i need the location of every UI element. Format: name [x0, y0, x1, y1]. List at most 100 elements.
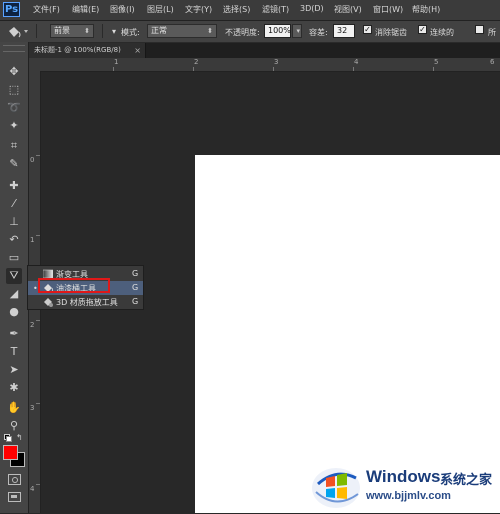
- path-selection-icon[interactable]: ➤: [6, 362, 22, 378]
- flyout-item-shortcut: G: [132, 269, 139, 278]
- menu-image[interactable]: 图像(I): [110, 4, 135, 15]
- menu-file[interactable]: 文件(F): [33, 4, 60, 15]
- chevron-down-icon: ▾: [296, 27, 300, 35]
- document-tab[interactable]: 未标题-1 @ 100%(RGB/8) ×: [28, 43, 146, 58]
- menu-layer[interactable]: 图层(L): [147, 4, 174, 15]
- divider: [36, 24, 37, 38]
- 3d-material-drop-icon: [43, 297, 53, 307]
- menu-filter[interactable]: 滤镜(T): [262, 4, 289, 15]
- watermark-subtitle: 系统之家: [440, 473, 493, 488]
- ruler-label: 2: [30, 321, 35, 329]
- ruler-tick: [36, 235, 40, 236]
- all-layers-checkbox[interactable]: [475, 25, 484, 34]
- pattern-picker[interactable]: ▾: [112, 27, 116, 36]
- ruler-tick: [113, 67, 114, 71]
- document-tab-bar: 未标题-1 @ 100%(RGB/8) ×: [28, 43, 500, 58]
- menu-3d[interactable]: 3D(D): [300, 4, 324, 13]
- healing-brush-icon[interactable]: ✚: [6, 178, 22, 194]
- antialias-label: 消除锯齿: [375, 28, 407, 37]
- tolerance-label: 容差:: [309, 28, 328, 37]
- highlight-annotation-box: [38, 278, 110, 293]
- flyout-item-shortcut: G: [132, 297, 139, 306]
- ruler-label: 1: [30, 236, 35, 244]
- hand-icon[interactable]: ✋: [6, 400, 22, 416]
- ruler-tick: [36, 320, 40, 321]
- chevron-down-icon: ⬍: [84, 27, 90, 35]
- menu-type[interactable]: 文字(Y): [185, 4, 212, 15]
- ruler-label: 3: [274, 58, 279, 66]
- menu-help[interactable]: 帮助(H): [412, 4, 440, 15]
- contiguous-checkbox[interactable]: ✓: [418, 25, 427, 34]
- ruler-label: 4: [30, 485, 35, 493]
- menu-select[interactable]: 选择(S): [223, 4, 250, 15]
- brush-icon[interactable]: ⁄: [6, 196, 22, 212]
- antialias-checkbox[interactable]: ✓: [363, 25, 372, 34]
- zoom-icon[interactable]: ⚲: [6, 418, 22, 434]
- opacity-dropdown[interactable]: ▾: [292, 24, 302, 38]
- ruler-label: 1: [114, 58, 119, 66]
- menu-view[interactable]: 视图(V): [334, 4, 362, 15]
- screen-mode-icon[interactable]: [8, 492, 21, 502]
- panel-grip[interactable]: [3, 45, 25, 52]
- ruler-tick: [193, 67, 194, 71]
- ruler-tick: [36, 484, 40, 485]
- lasso-icon[interactable]: ➰: [6, 100, 22, 116]
- tool-preset-picker[interactable]: [6, 24, 30, 38]
- history-brush-icon[interactable]: ↶: [6, 232, 22, 248]
- magic-wand-icon[interactable]: ✦: [6, 118, 22, 134]
- eraser-icon[interactable]: ▭: [6, 250, 22, 266]
- ruler-label: 5: [434, 58, 439, 66]
- dodge-icon[interactable]: ●: [6, 304, 22, 320]
- ruler-tick: [273, 67, 274, 71]
- menu-bar: Ps 文件(F) 编辑(E) 图像(I) 图层(L) 文字(Y) 选择(S) 滤…: [0, 0, 500, 21]
- mode-label: 模式:: [121, 28, 140, 37]
- move-icon[interactable]: ✥: [6, 64, 22, 80]
- clone-stamp-icon[interactable]: ⊥: [6, 214, 22, 230]
- opacity-input[interactable]: 100%: [264, 24, 291, 38]
- menu-edit[interactable]: 编辑(E): [72, 4, 99, 15]
- watermark-title: Windows: [366, 467, 441, 486]
- fill-source-select[interactable]: 前景 ⬍: [50, 24, 94, 38]
- foreground-color-swatch[interactable]: [3, 445, 18, 460]
- tools-panel: ✥ ⬚ ➰ ✦ ⌗ ✎ ✚ ⁄ ⊥ ↶ ▭ ⛛ ◢ ● ✒ T ➤ ✱ ✋ ⚲ …: [0, 42, 29, 513]
- ruler-label: 4: [354, 58, 359, 66]
- default-colors-icon[interactable]: [4, 434, 12, 442]
- contiguous-label: 连续的: [430, 28, 454, 37]
- tolerance-input[interactable]: 32: [333, 24, 355, 38]
- all-layers-label: 所: [488, 28, 496, 37]
- photoshop-logo: Ps: [3, 2, 20, 17]
- mode-select[interactable]: 正常 ⬍: [147, 24, 217, 38]
- eyedropper-icon[interactable]: ✎: [6, 156, 22, 172]
- ruler-label: 2: [194, 58, 199, 66]
- pen-icon[interactable]: ✒: [6, 326, 22, 342]
- close-icon[interactable]: ×: [134, 43, 141, 58]
- ruler-label: 6: [490, 58, 495, 66]
- document-canvas[interactable]: [195, 155, 500, 513]
- fill-source-value: 前景: [54, 26, 70, 35]
- ruler-tick: [36, 403, 40, 404]
- ruler-tick: [353, 67, 354, 71]
- chevron-down-icon: ⬍: [207, 27, 213, 35]
- crop-icon[interactable]: ⌗: [6, 138, 22, 154]
- swap-colors-icon[interactable]: ↰: [16, 433, 23, 442]
- watermark-url: www.bjjmlv.com: [366, 490, 451, 502]
- paint-bucket-icon[interactable]: ⛛: [6, 268, 22, 284]
- ruler-tick: [433, 67, 434, 71]
- mode-value: 正常: [151, 26, 167, 35]
- quick-mask-icon[interactable]: [8, 474, 21, 485]
- blur-icon[interactable]: ◢: [6, 286, 22, 302]
- document-tab-title: 未标题-1 @ 100%(RGB/8): [34, 46, 121, 54]
- ruler-label: 3: [30, 404, 35, 412]
- flyout-item-shortcut: G: [132, 283, 139, 292]
- shape-icon[interactable]: ✱: [6, 380, 22, 396]
- options-bar: 前景 ⬍ ▾ 模式: 正常 ⬍ 不透明度: 100% ▾ 容差: 32 ✓ 消除…: [0, 21, 500, 43]
- ruler-tick: [36, 155, 40, 156]
- flyout-item-3d-material-drop[interactable]: 3D 材质拖放工具 G: [28, 295, 143, 309]
- selected-bullet-icon: •: [33, 284, 38, 293]
- menu-window[interactable]: 窗口(W): [373, 4, 403, 15]
- marquee-icon[interactable]: ⬚: [6, 82, 22, 98]
- type-icon[interactable]: T: [6, 344, 22, 360]
- ruler-label: 0: [30, 156, 35, 164]
- ruler-top: 1 2 3 4 5 6: [28, 58, 500, 72]
- flyout-item-label: 3D 材质拖放工具: [56, 298, 118, 307]
